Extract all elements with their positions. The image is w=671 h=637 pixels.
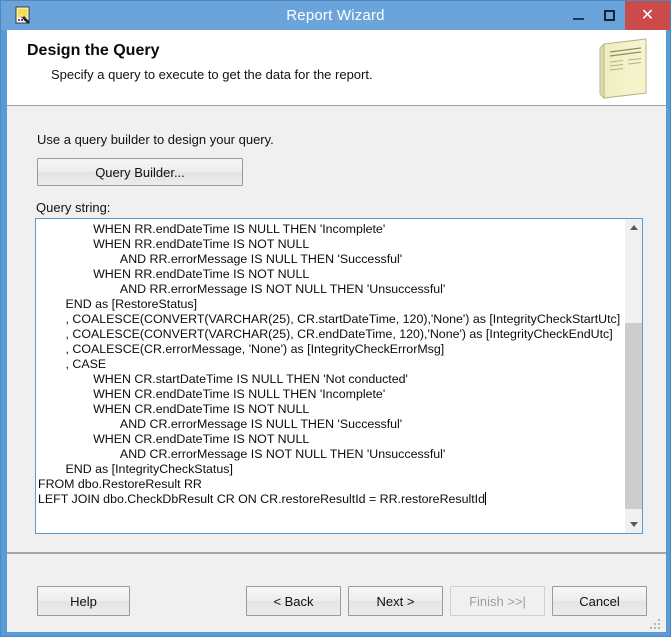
scroll-up-arrow[interactable] [625, 219, 642, 236]
query-string-label: Query string: [36, 200, 110, 215]
resize-grip[interactable] [650, 617, 662, 629]
query-scrollbar[interactable] [625, 219, 642, 533]
dialog-footer: Help < Back Next > Finish >>| Cancel [7, 554, 666, 632]
chevron-up-icon [630, 225, 638, 230]
minimize-icon [573, 18, 584, 20]
help-button[interactable]: Help [37, 586, 130, 616]
close-icon: ✕ [641, 8, 654, 24]
query-builder-button[interactable]: Query Builder... [37, 158, 243, 186]
maximize-button[interactable] [594, 1, 625, 30]
report-wizard-window: Report Wizard ✕ Design the Query Specify… [0, 0, 671, 637]
wizard-body: Use a query builder to design your query… [7, 107, 666, 632]
caption-button-group: ✕ [563, 1, 670, 30]
finish-button: Finish >>| [450, 586, 545, 616]
page-subtitle: Specify a query to execute to get the da… [51, 67, 373, 82]
title-bar[interactable]: Report Wizard ✕ [1, 1, 670, 30]
query-string-textarea[interactable]: WHEN RR.endDateTime IS NULL THEN 'Incomp… [35, 218, 643, 534]
query-builder-hint: Use a query builder to design your query… [37, 132, 274, 147]
minimize-button[interactable] [563, 1, 594, 30]
scrollbar-thumb[interactable] [625, 323, 642, 509]
page-title: Design the Query [27, 42, 159, 60]
wizard-banner: Design the Query Specify a query to exec… [7, 30, 666, 106]
dialog-client-area: Design the Query Specify a query to exec… [7, 30, 666, 632]
text-caret [485, 492, 486, 505]
cancel-button[interactable]: Cancel [552, 586, 647, 616]
scroll-down-arrow[interactable] [625, 516, 642, 533]
query-string-text[interactable]: WHEN RR.endDateTime IS NULL THEN 'Incomp… [36, 219, 625, 533]
report-wizard-icon [14, 6, 33, 25]
next-button[interactable]: Next > [348, 586, 443, 616]
chevron-down-icon [630, 522, 638, 527]
report-document-icon [590, 35, 654, 101]
back-button[interactable]: < Back [246, 586, 341, 616]
query-string-content: WHEN RR.endDateTime IS NULL THEN 'Incomp… [38, 222, 620, 506]
maximize-icon [604, 10, 615, 21]
close-button[interactable]: ✕ [625, 1, 670, 30]
